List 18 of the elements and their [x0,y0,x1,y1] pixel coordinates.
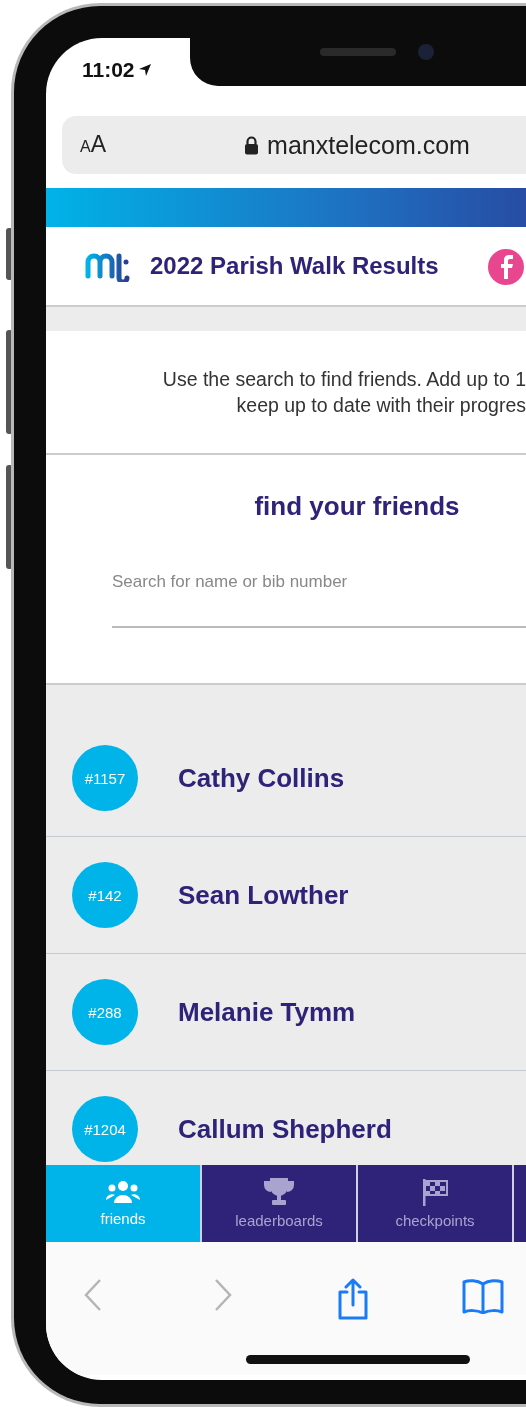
bib-number: #288 [72,979,138,1045]
nav-tab[interactable]: checkpoints [358,1165,512,1242]
nav-tab[interactable]: leaderboards [202,1165,356,1242]
text-size-button[interactable]: AA [80,131,106,158]
intro-text: Use the search to find friends. Add up to 1 keep up to date with their progres [162,366,526,418]
bib-number: #142 [72,862,138,928]
site-title: 2022 Parish Walk Results [150,252,439,280]
friend-name[interactable]: Melanie Tymm [178,996,356,1028]
section-heading: find your friends [253,491,461,522]
address-bar[interactable]: AA manxtelecom.com [62,116,526,174]
friend-name[interactable]: Callum Shepherd [178,1113,392,1145]
url-text: manxtelecom.com [267,130,470,160]
bib-number: #1157 [72,745,138,811]
friend-name[interactable]: Cathy Collins [178,762,345,794]
bib-number: #1204 [72,1096,138,1162]
status-time: 11:02 [82,58,135,82]
friend-name[interactable]: Sean Lowther [178,879,349,911]
search-field[interactable]: Search for name or bib number [112,572,526,628]
